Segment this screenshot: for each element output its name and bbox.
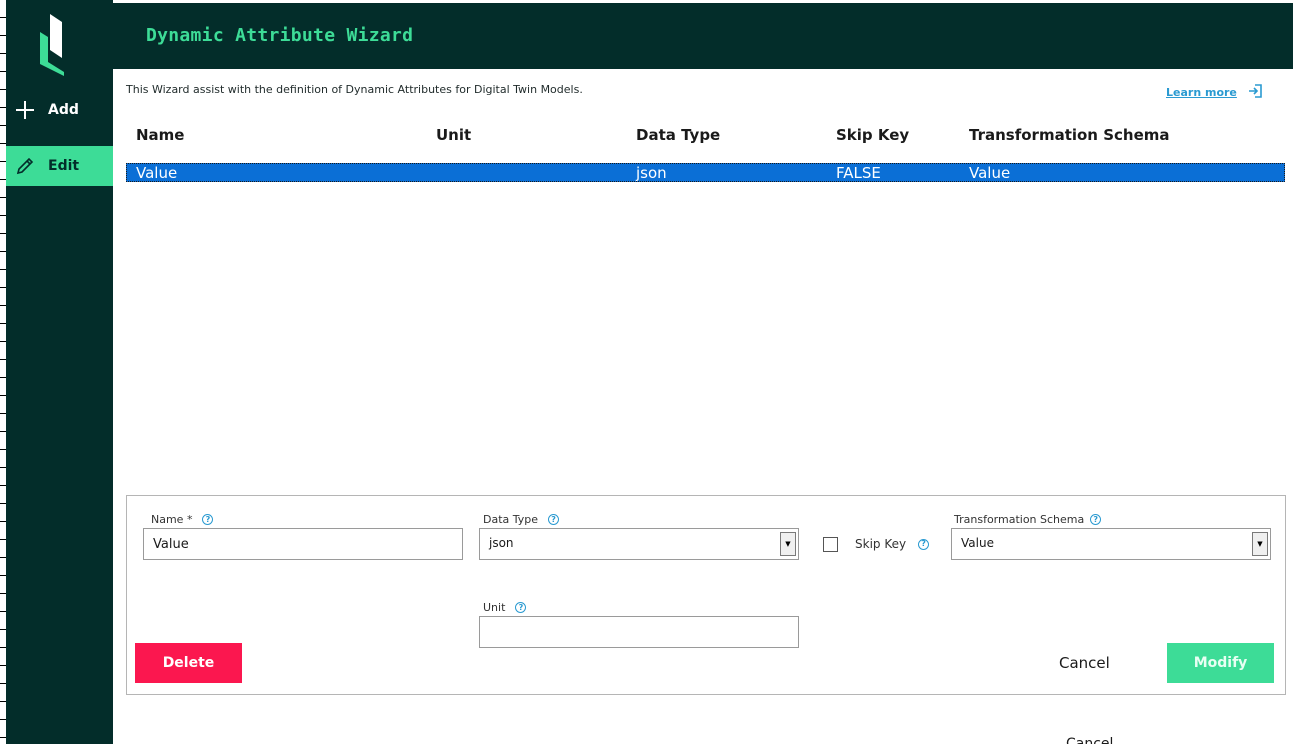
- plus-icon: [14, 99, 36, 121]
- cancel-button[interactable]: Cancel: [1059, 654, 1110, 672]
- intro-text: This Wizard assist with the definition o…: [126, 83, 583, 96]
- transformation-schema-select[interactable]: Value ▼: [951, 528, 1271, 560]
- chevron-down-icon[interactable]: ▼: [780, 532, 796, 556]
- delete-button[interactable]: Delete: [135, 643, 242, 683]
- cell-name: Value: [136, 164, 178, 182]
- sidebar-item-edit[interactable]: Edit: [6, 146, 113, 186]
- data-type-field-label: Data Type ?: [483, 513, 560, 526]
- help-icon[interactable]: ?: [548, 514, 560, 525]
- schema-label-text: Transformation Schema: [954, 513, 1085, 526]
- column-header-name[interactable]: Name: [136, 126, 184, 144]
- column-header-data-type[interactable]: Data Type: [636, 126, 720, 144]
- sidebar-item-label: Edit: [48, 158, 80, 174]
- data-type-select-value: json: [489, 536, 514, 550]
- footer-cancel-button[interactable]: Cancel: [1066, 736, 1113, 744]
- column-header-unit[interactable]: Unit: [436, 126, 471, 144]
- page-title: Dynamic Attribute Wizard: [146, 25, 414, 46]
- help-icon[interactable]: ?: [515, 602, 527, 613]
- data-type-label-text: Data Type: [483, 513, 539, 526]
- name-field-label: Name * ?: [151, 513, 214, 526]
- pencil-icon: [14, 155, 36, 177]
- edit-form-panel: Name * ? Value Data Type ? json ▼ Skip K…: [126, 495, 1286, 695]
- cell-skip-key: FALSE: [836, 164, 881, 182]
- help-icon[interactable]: ?: [918, 538, 930, 550]
- help-icon[interactable]: ?: [202, 514, 214, 525]
- skip-key-field-label: Skip Key ?: [855, 537, 930, 551]
- unit-label-text: Unit: [483, 601, 506, 614]
- learn-more-link-group[interactable]: Learn more: [1166, 83, 1263, 102]
- column-header-skip-key[interactable]: Skip Key: [836, 126, 909, 144]
- cell-data-type: json: [636, 164, 667, 182]
- name-label-text: Name *: [151, 513, 193, 526]
- help-icon[interactable]: ?: [1090, 514, 1102, 525]
- skip-key-label-text: Skip Key: [855, 537, 907, 551]
- sidebar: Add Edit: [6, 0, 113, 744]
- table-row[interactable]: Value json FALSE Value: [126, 163, 1285, 182]
- sidebar-item-label: Add: [48, 102, 79, 118]
- schema-select-value: Value: [961, 536, 994, 550]
- learn-more-link[interactable]: Learn more: [1166, 86, 1237, 99]
- cell-transformation-schema: Value: [969, 164, 1011, 182]
- table-header: Name Unit Data Type Skip Key Transformat…: [126, 126, 1285, 146]
- schema-field-label: Transformation Schema ?: [954, 513, 1102, 526]
- column-header-transformation-schema[interactable]: Transformation Schema: [969, 126, 1170, 144]
- header-bar: Dynamic Attribute Wizard: [113, 0, 1293, 69]
- modify-button[interactable]: Modify: [1167, 643, 1274, 683]
- skip-key-checkbox[interactable]: [823, 537, 838, 552]
- external-link-icon[interactable]: [1247, 83, 1263, 102]
- app-logo: [36, 12, 76, 76]
- unit-input[interactable]: [479, 616, 799, 648]
- unit-field-label: Unit ?: [483, 601, 527, 614]
- data-type-select[interactable]: json ▼: [479, 528, 799, 560]
- chevron-down-icon[interactable]: ▼: [1252, 532, 1268, 556]
- name-input[interactable]: Value: [143, 528, 463, 560]
- sidebar-item-add[interactable]: Add: [6, 90, 113, 130]
